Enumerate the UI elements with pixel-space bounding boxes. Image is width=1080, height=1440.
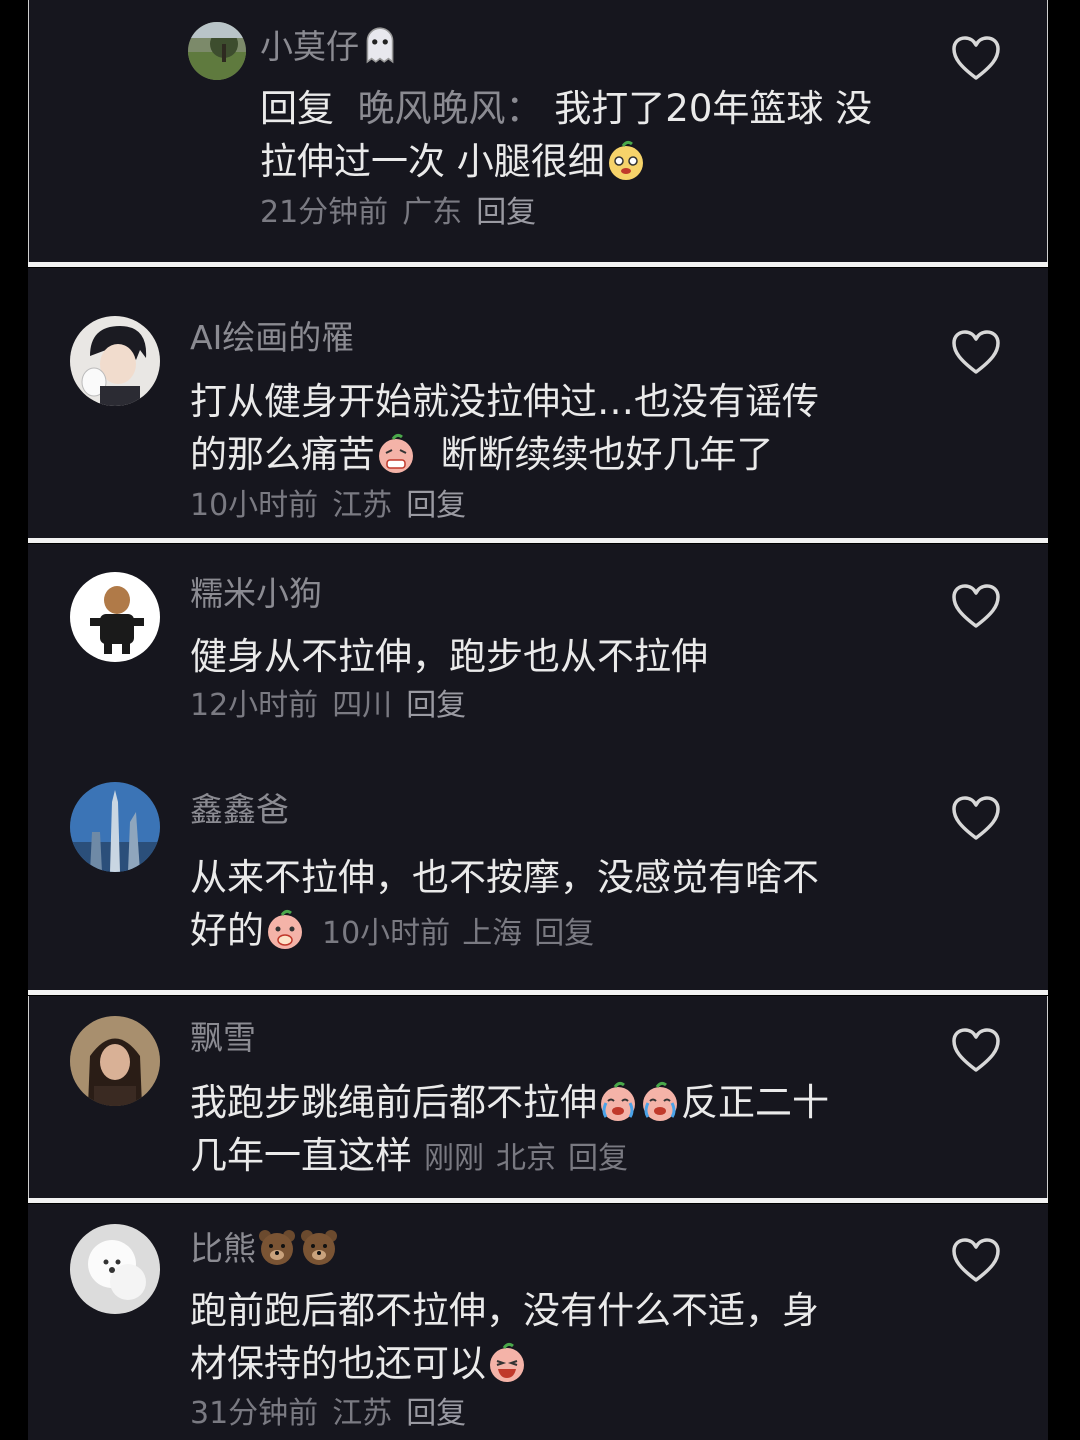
comment-location: 广东 xyxy=(402,195,463,230)
reply-button[interactable]: 回复 xyxy=(476,195,536,230)
comment-panel-3: 糯米小狗 健身从不拉伸，跑步也从不拉伸 12小时前 四川 回复 鑫鑫爸 从来不拉伸 xyxy=(28,544,1048,990)
like-button[interactable] xyxy=(950,582,1002,630)
reply-button[interactable]: 回复 xyxy=(406,688,466,723)
reply-target[interactable]: 晚风晚风： xyxy=(358,87,543,130)
comment-time: 21分钟前 xyxy=(260,195,389,230)
comment-text: 回复 晚风晚风： 我打了20年篮球 没 xyxy=(260,87,873,130)
avatar[interactable] xyxy=(70,572,160,662)
username[interactable]: AI绘画的罹 xyxy=(190,318,354,358)
reply-button[interactable]: 回复 xyxy=(406,488,466,523)
comment-location: 江苏 xyxy=(332,488,393,523)
comment-text-line2: 材保持的也还可以 xyxy=(190,1337,528,1390)
comment-location: 北京 xyxy=(496,1141,556,1176)
bear-emoji xyxy=(256,1226,298,1266)
username[interactable]: 鑫鑫爸 xyxy=(190,790,289,830)
comment-list: 小莫仔 回复 晚风晚风： 我打了20年篮球 没 拉伸过一次 小腿很细 21分钟前… xyxy=(0,0,1080,1440)
comment-text: 健身从不拉伸，跑步也从不拉伸 xyxy=(190,635,708,678)
heart-outline-icon xyxy=(952,1028,1000,1072)
like-button[interactable] xyxy=(950,328,1002,376)
comment-text-line2: 几年一直这样 刚刚 北京 回复 xyxy=(190,1129,640,1185)
comment-panel-5: 比熊 跑前跑后都不拉伸，没有什么不适，身 材保持的也还可以 31分钟前 江苏 回复 xyxy=(28,1204,1048,1440)
crying-emoji xyxy=(639,1081,681,1123)
comment-location: 江苏 xyxy=(332,1396,393,1431)
comment-location: 上海 xyxy=(462,916,523,951)
comment-time: 10小时前 xyxy=(190,488,319,523)
like-button[interactable] xyxy=(950,1236,1002,1284)
bear-emoji xyxy=(298,1226,340,1266)
divider xyxy=(28,990,1048,995)
comment-panel-2: AI绘画的罹 打从健身开始就没拉伸过…也没有谣传 的那么痛苦 断断续续也好几年了… xyxy=(28,268,1048,538)
heart-outline-icon xyxy=(952,1238,1000,1282)
comment-time: 31分钟前 xyxy=(190,1396,319,1431)
avatar[interactable] xyxy=(70,1224,160,1314)
laughing-emoji xyxy=(605,140,647,182)
grinning-emoji xyxy=(486,1342,528,1384)
username[interactable]: 比熊 xyxy=(190,1226,340,1269)
comment-text-line2: 的那么痛苦 断断续续也好几年了 xyxy=(190,433,774,476)
comment-text-line2: 好的 10小时前 上海 回复 xyxy=(190,904,606,960)
comment-meta: 12小时前 四川 回复 xyxy=(190,688,480,724)
divider xyxy=(28,538,1048,543)
avatar[interactable] xyxy=(188,22,246,80)
like-button[interactable] xyxy=(950,794,1002,842)
comment-text-line2: 拉伸过一次 小腿很细 xyxy=(260,135,647,188)
comment-text: 从来不拉伸，也不按摩，没感觉有啥不 xyxy=(190,856,819,899)
like-button[interactable] xyxy=(950,1026,1002,1074)
like-button[interactable] xyxy=(950,34,1002,82)
comment-text: 我跑步跳绳前后都不拉伸 反正二十 xyxy=(190,1081,829,1124)
heart-outline-icon xyxy=(952,330,1000,374)
avatar[interactable] xyxy=(70,782,160,872)
shy-emoji xyxy=(264,909,306,951)
heart-outline-icon xyxy=(952,796,1000,840)
comment-text: 跑前跑后都不拉伸，没有什么不适，身 xyxy=(190,1289,819,1332)
reply-button[interactable]: 回复 xyxy=(534,916,594,951)
username[interactable]: 飘雪 xyxy=(190,1018,256,1058)
comment-time: 刚刚 xyxy=(424,1141,484,1176)
comment-meta: 31分钟前 江苏 回复 xyxy=(190,1396,480,1432)
ghost-emoji xyxy=(359,24,399,64)
avatar[interactable] xyxy=(70,1016,160,1106)
avatar[interactable] xyxy=(70,316,160,406)
grimace-emoji xyxy=(375,433,417,475)
comment-meta: 21分钟前 广东 回复 xyxy=(260,195,550,231)
username[interactable]: 糯米小狗 xyxy=(190,574,322,614)
comment-text: 打从健身开始就没拉伸过…也没有谣传 xyxy=(190,380,819,423)
comment-time: 12小时前 xyxy=(190,688,319,723)
divider xyxy=(28,262,1048,267)
heart-outline-icon xyxy=(952,584,1000,628)
comment-panel-4: 飘雪 我跑步跳绳前后都不拉伸 反正二十 几年一直这样 刚刚 北京 回复 xyxy=(28,996,1048,1198)
reply-button[interactable]: 回复 xyxy=(568,1141,628,1176)
comment-panel-1: 小莫仔 回复 晚风晚风： 我打了20年篮球 没 拉伸过一次 小腿很细 21分钟前… xyxy=(28,0,1048,262)
comment-meta: 10小时前 江苏 回复 xyxy=(190,488,480,524)
reply-button[interactable]: 回复 xyxy=(406,1396,466,1431)
username[interactable]: 小莫仔 xyxy=(260,24,399,67)
comment-location: 四川 xyxy=(332,688,393,723)
heart-outline-icon xyxy=(952,36,1000,80)
comment-meta: 10小时前 上海 回复 xyxy=(322,916,606,951)
comment-time: 10小时前 xyxy=(322,916,451,951)
crying-emoji xyxy=(597,1081,639,1123)
divider xyxy=(28,1198,1048,1203)
comment-meta: 刚刚 北京 回复 xyxy=(424,1141,640,1176)
